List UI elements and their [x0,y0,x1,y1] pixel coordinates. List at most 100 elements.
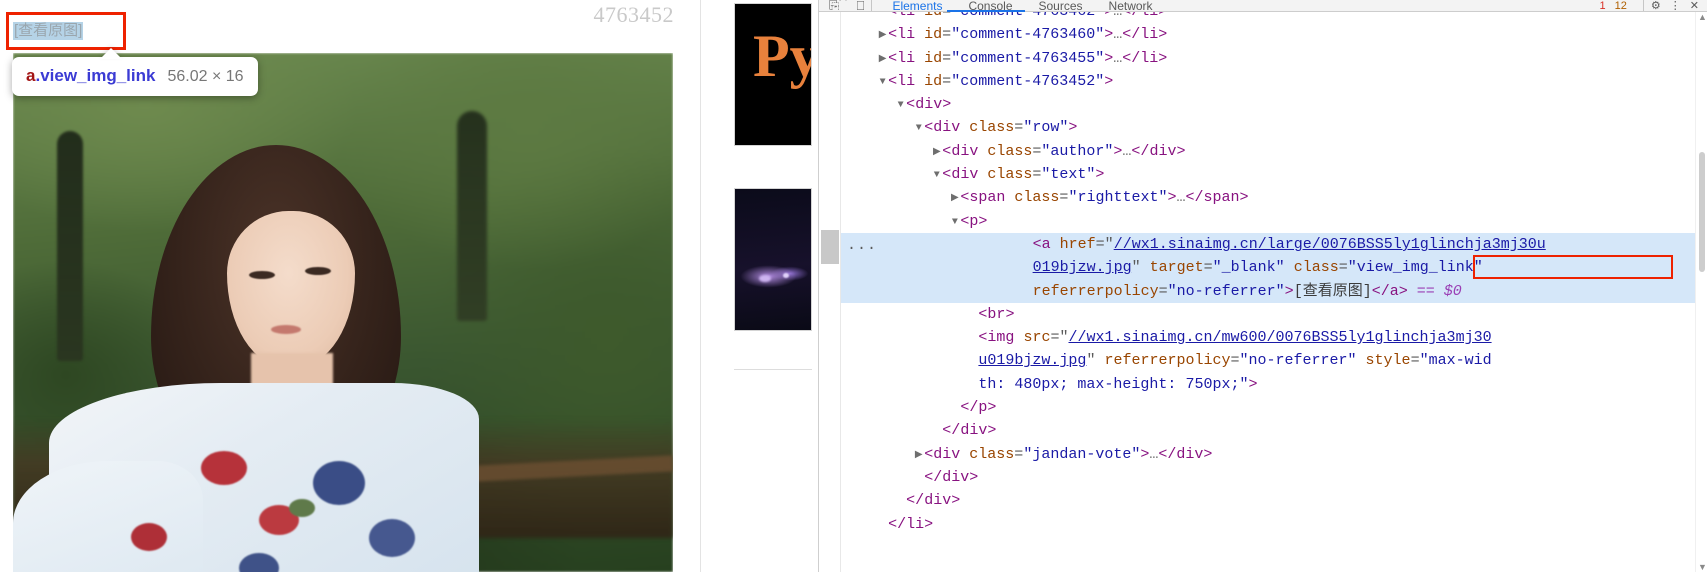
dom-token-tg: div [1176,445,1204,463]
dom-token-lnk[interactable]: 019bjzw.jpg [1033,259,1132,276]
dom-token-ang: </ [1185,189,1204,207]
dom-token-ang: > [1104,72,1114,90]
dom-token-ang: < [1032,235,1042,253]
dom-token-ang: < [924,445,934,463]
dom-tree-line[interactable]: ▶ <span class="righttext">…</span> [841,186,1696,209]
twisty-collapsed-icon[interactable]: ▶ [913,444,924,467]
dom-token-tg: div [942,468,970,486]
dom-token-tg: li [1140,26,1159,44]
dom-token-ang: > [1104,26,1114,44]
dom-token-attr: class [987,142,1033,160]
twisty-collapsed-icon[interactable]: ▶ [949,187,960,210]
dom-tree-line[interactable]: </div> [841,466,1696,489]
scrollbar-thumb[interactable] [1699,152,1705,272]
dom-tree-line[interactable]: </li> [841,513,1696,536]
sidebar-thumbnail-python[interactable]: Py [734,3,812,146]
dom-tree[interactable]: <li id="comment-4763462">…</li> ▶<li id="… [841,12,1696,572]
dom-token-tg: li [897,72,916,90]
dom-tree-line[interactable]: </div> [841,419,1696,442]
dom-token-tg: div [915,96,943,114]
dom-token-tg: li [897,26,916,44]
scroll-down-arrow-icon[interactable]: ▼ [1698,562,1707,572]
dom-token-ang: > [942,96,952,114]
dom-tree-line[interactable]: ▼ <div class="row"> [841,116,1696,139]
dom-tree-line[interactable]: </div> [841,489,1696,512]
dom-token-val: "no-referrer" [1167,282,1285,300]
dom-tree-line[interactable]: <img src="//wx1.sinaimg.cn/mw600/0076BSS… [841,326,1696,349]
dom-token-ang: > [1005,305,1015,323]
dom-tree-line[interactable]: th: 480px; max-height: 750px;"> [841,373,1696,396]
tooltip-selector: a.view_img_link [26,66,155,86]
dom-token-ang: > [1095,166,1105,184]
scroll-up-arrow-icon[interactable]: ▲ [1698,12,1707,22]
device-toolbar-icon[interactable]: ⎕ [857,0,865,11]
dom-token-tg: li [906,515,925,533]
dom-tree-line[interactable]: 019bjzw.jpg" target="_blank" class="view… [841,256,1696,280]
dom-token-lnk[interactable]: u019bjzw.jpg [978,352,1086,369]
dom-tree-line[interactable]: ··· <a href="//wx1.sinaimg.cn/large/0076… [841,232,1696,257]
twisty-expanded-icon[interactable]: ▼ [877,71,888,94]
browser-page-viewport: 4763452 [查看原图] a.view_img_link 56.02 × 1… [0,0,818,572]
close-icon[interactable]: ✕ [1690,0,1699,11]
dom-token-attr: class [987,166,1033,184]
twisty-placeholder [1022,281,1033,304]
dom-token-ang: > [1158,12,1167,20]
comment-photo[interactable] [13,53,673,572]
dom-tree-line[interactable]: ▶ <div class="author">…</div> [841,140,1696,163]
more-vertical-icon[interactable]: ⋮ [1670,0,1681,11]
dom-tree-line[interactable]: u019bjzw.jpg" referrerpolicy="no-referre… [841,349,1696,372]
dom-tree-line[interactable]: referrerpolicy="no-referrer">[查看原图]</a> … [841,279,1696,304]
dom-token-plain [1357,352,1366,369]
dom-token-lnk[interactable]: //wx1.sinaimg.cn/large/0076BSS5ly1glinch… [1114,236,1546,253]
dom-tree-line[interactable]: ▼ <p> [841,210,1696,233]
dom-tree-line[interactable]: ▶ <div class="jandan-vote">…</div> [841,443,1696,466]
twisty-expanded-icon[interactable]: ▼ [895,94,906,117]
dom-token-val: "text" [1041,166,1096,184]
dom-token-tg: div [951,142,979,160]
dom-tree-line[interactable]: ▼ <div class="text"> [841,163,1696,186]
tab-sources[interactable]: Sources [1039,0,1083,11]
gear-icon[interactable]: ⚙ [1651,0,1661,11]
dom-tree-line[interactable]: </p> [841,396,1696,419]
twisty-placeholder [967,374,978,397]
dom-token-plain: " [1059,329,1069,347]
gutter-resize-handle[interactable] [821,230,839,264]
toolbar-divider [871,0,873,11]
dom-token-ang: < [942,166,952,184]
twisty-placeholder [895,490,906,513]
cursor-inspect-icon[interactable]: ⎘⏜ [829,0,847,11]
twisty-collapsed-icon[interactable]: ▶ [877,48,888,71]
error-count-badge[interactable]: 1 [1600,0,1606,11]
dom-token-plain [960,446,969,463]
dom-token-ang: > [924,515,934,533]
dom-tree-line[interactable]: <li id="comment-4763462">…</li> [841,12,1696,23]
dom-token-ang: </ [1158,445,1177,463]
dom-token-val: th: 480px; max-height: 750px;" [978,375,1249,393]
dom-token-plain [978,166,987,183]
twisty-expanded-icon[interactable]: ▼ [931,164,942,187]
dom-tree-line[interactable]: ▶ <li id="comment-4763460">…</li> [841,23,1696,46]
photo-flower [369,519,415,557]
dom-token-plain: = [1095,235,1105,253]
twisty-expanded-icon[interactable]: ▼ [913,117,924,140]
warning-count-badge[interactable]: 12 [1615,0,1627,11]
dom-tree-line[interactable]: ▼ <div> [841,93,1696,116]
dom-token-ang: < [942,142,952,160]
twisty-expanded-icon[interactable]: ▼ [949,211,960,234]
twisty-collapsed-icon[interactable]: ▶ [931,141,942,164]
dom-token-ang: > [1104,12,1113,20]
tab-console[interactable]: Console [968,0,1012,11]
devtools-scrollbar[interactable]: ▲ ▼ [1695,12,1707,572]
tab-network[interactable]: Network [1109,0,1153,11]
dom-token-attr: referrerpolicy [1032,282,1159,300]
dom-token-ang: < [888,72,898,90]
sidebar-thumbnail-night[interactable] [734,188,812,331]
dom-tree-line[interactable]: <br> [841,303,1696,326]
twisty-collapsed-icon[interactable]: ▶ [877,24,888,47]
dom-tree-line[interactable]: ▼ <li id="comment-4763452"> [841,70,1696,93]
dom-token-lnk[interactable]: //wx1.sinaimg.cn/mw600/0076BSS5ly1glinch… [1069,329,1492,346]
dom-token-plain [1051,236,1060,253]
tab-elements[interactable]: Elements [892,0,942,11]
dom-tree-line[interactable]: ▶ <li id="comment-4763455">…</li> [841,47,1696,70]
dom-token-plain: " [1086,352,1105,370]
